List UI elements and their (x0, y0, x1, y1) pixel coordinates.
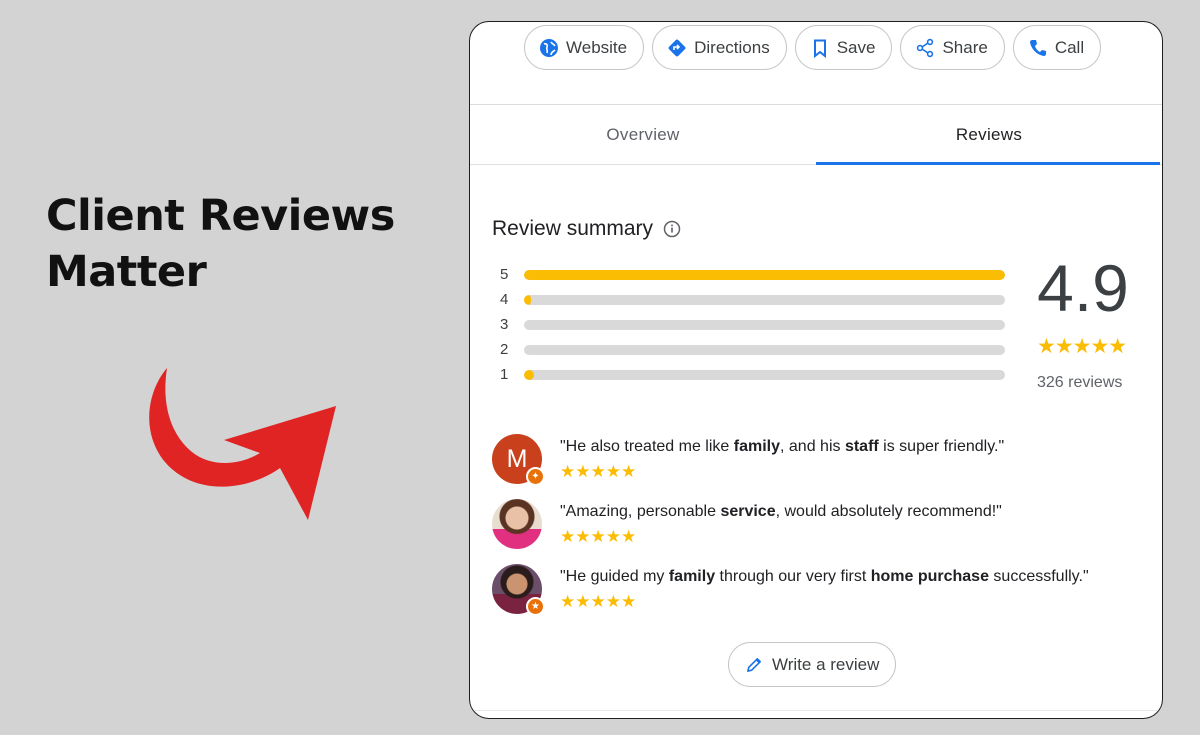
globe-icon (540, 38, 558, 57)
rating-bar-row[interactable]: 5 (500, 262, 1006, 287)
local-guide-badge-icon: ★ (526, 597, 545, 616)
average-rating-stars: ★★★★★ (1037, 335, 1127, 358)
rating-bar-row[interactable]: 4 (500, 287, 1006, 312)
business-profile-card: Website Directions Save Share Call Overv… (469, 21, 1163, 719)
avatar[interactable] (492, 499, 542, 549)
call-label: Call (1054, 37, 1085, 57)
review-text: "Amazing, personable service, would abso… (560, 503, 1002, 520)
website-label: Website (566, 37, 628, 57)
pencil-icon (747, 657, 762, 672)
directions-button[interactable]: Directions (652, 25, 787, 70)
rating-bar-track (524, 319, 1005, 330)
website-button[interactable]: Website (524, 25, 645, 70)
headline-line-2: Matter (46, 247, 207, 297)
headline: Client Reviews Matter (46, 188, 395, 300)
rating-bar-track (524, 369, 1005, 380)
rating-bar-fill (524, 269, 1005, 280)
review-snippet[interactable]: M ✦ "He also treated me like family, and… (492, 434, 1152, 499)
rating-bar-label: 4 (500, 291, 509, 308)
review-snippet[interactable]: "Amazing, personable service, would abso… (492, 499, 1152, 564)
rating-bar-row[interactable]: 1 (500, 362, 1006, 387)
phone-icon (1029, 39, 1046, 56)
local-guide-badge-icon: ✦ (526, 467, 545, 486)
rating-bar-label: 1 (500, 366, 509, 383)
rating-bar-row[interactable]: 3 (500, 312, 1006, 337)
rating-bar-label: 3 (500, 316, 509, 333)
directions-icon (668, 39, 686, 56)
info-icon[interactable] (663, 220, 681, 238)
rating-bar-fill (524, 369, 534, 380)
rating-bar-row[interactable]: 2 (500, 337, 1006, 362)
rating-bar-track (524, 269, 1005, 280)
directions-label: Directions (694, 37, 770, 57)
write-review-label: Write a review (772, 654, 880, 674)
review-stars: ★★★★★ (560, 592, 637, 611)
curved-arrow-icon (149, 368, 336, 520)
avatar-letter: M (506, 444, 528, 473)
average-rating: 4.9 (1037, 251, 1129, 325)
tab-bar: Overview Reviews (470, 105, 1162, 165)
tab-reviews[interactable]: Reviews (816, 105, 1162, 165)
rating-bar-track (524, 344, 1005, 355)
review-snippets: M ✦ "He also treated me like family, and… (492, 434, 1152, 629)
tab-overview[interactable]: Overview (470, 105, 816, 164)
review-stars: ★★★★★ (560, 462, 637, 481)
share-label: Share (942, 37, 988, 57)
write-review-button[interactable]: Write a review (728, 642, 897, 687)
rating-bar-label: 5 (500, 266, 509, 283)
bookmark-icon (813, 39, 826, 58)
share-icon (917, 38, 934, 57)
review-text: "He also treated me like family, and his… (560, 438, 1005, 455)
review-summary-title: Review summary (492, 217, 654, 240)
rating-bar-fill (524, 294, 532, 305)
call-button[interactable]: Call (1012, 25, 1102, 70)
rating-bar-track (524, 294, 1005, 305)
save-button[interactable]: Save (794, 25, 893, 70)
avatar[interactable]: ★ (492, 564, 545, 616)
rating-bar-label: 2 (500, 341, 509, 358)
action-bar: Website Directions Save Share Call (524, 25, 1102, 70)
review-stars: ★★★★★ (560, 527, 637, 546)
share-button[interactable]: Share (900, 25, 1005, 70)
save-label: Save (836, 37, 876, 57)
divider (470, 710, 1162, 711)
avatar[interactable]: M ✦ (492, 434, 545, 486)
review-snippet[interactable]: ★ "He guided my family through our very … (492, 564, 1152, 629)
headline-line-1: Client Reviews (46, 191, 395, 241)
review-count-link[interactable]: 326 reviews (1037, 374, 1122, 392)
rating-distribution: 5 4 3 2 1 (500, 262, 1006, 387)
review-summary-heading: Review summary (492, 217, 681, 241)
review-text: "He guided my family through our very fi… (560, 568, 1089, 585)
